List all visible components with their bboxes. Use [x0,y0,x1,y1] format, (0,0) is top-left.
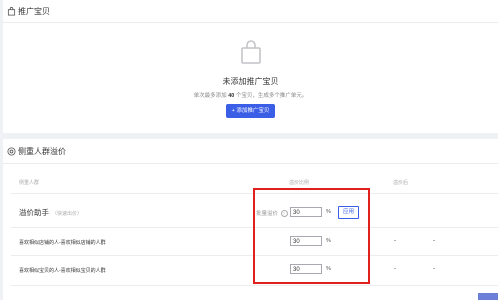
premium-after-value: - [433,266,435,272]
add-promo-item-button[interactable]: + 添加推广宝贝 [225,104,276,118]
crowd-premium-header: 侧重人群溢价 [3,139,498,164]
footer-accent [478,293,498,300]
shopping-bag-icon [7,6,16,16]
premium-after-value: - [394,238,396,244]
premium-assistant-label: 溢价助手 （快速出价） [19,208,83,217]
crowd-premium-title: 侧重人群溢价 [18,146,66,156]
shopping-bag-icon [240,40,262,69]
premium-after-value: - [433,238,435,244]
column-header-after: 溢价后 [393,180,409,186]
crowd-row-label: 喜欢相似店铺的人-喜欢相似店铺的人群 [19,240,106,246]
column-header-premium: 溢价比例 [289,180,310,186]
crowd-premium-panel: 侧重人群溢价 侧重人群 溢价比例 溢价后 溢价助手 （快速出价） 批量溢价 ? 3… [3,139,498,300]
row-divider [11,285,498,286]
target-circle-icon [7,146,16,156]
promo-items-header: 推广宝贝 [3,0,498,23]
crowd-row-label: 喜欢相似宝贝的人-喜欢相似宝贝的人群 [19,268,106,274]
promo-items-title: 推广宝贝 [18,6,50,16]
premium-after-value: - [394,266,396,272]
empty-title: 未添加推广宝贝 [222,77,279,86]
empty-state: 未添加推广宝贝 单次最多添加 40 个宝贝，生成多个推广单元。 + 添加推广宝贝 [3,40,498,118]
quick-bid-hint: （快速出价） [52,211,83,217]
column-header-crowd: 侧重人群 [19,180,40,186]
promo-items-panel: 推广宝贝 未添加推广宝贝 单次最多添加 40 个宝贝，生成多个推广单元。 + 添… [3,0,498,133]
empty-description: 单次最多添加 40 个宝贝，生成多个推广单元。 [193,93,308,99]
highlight-box [253,188,370,284]
